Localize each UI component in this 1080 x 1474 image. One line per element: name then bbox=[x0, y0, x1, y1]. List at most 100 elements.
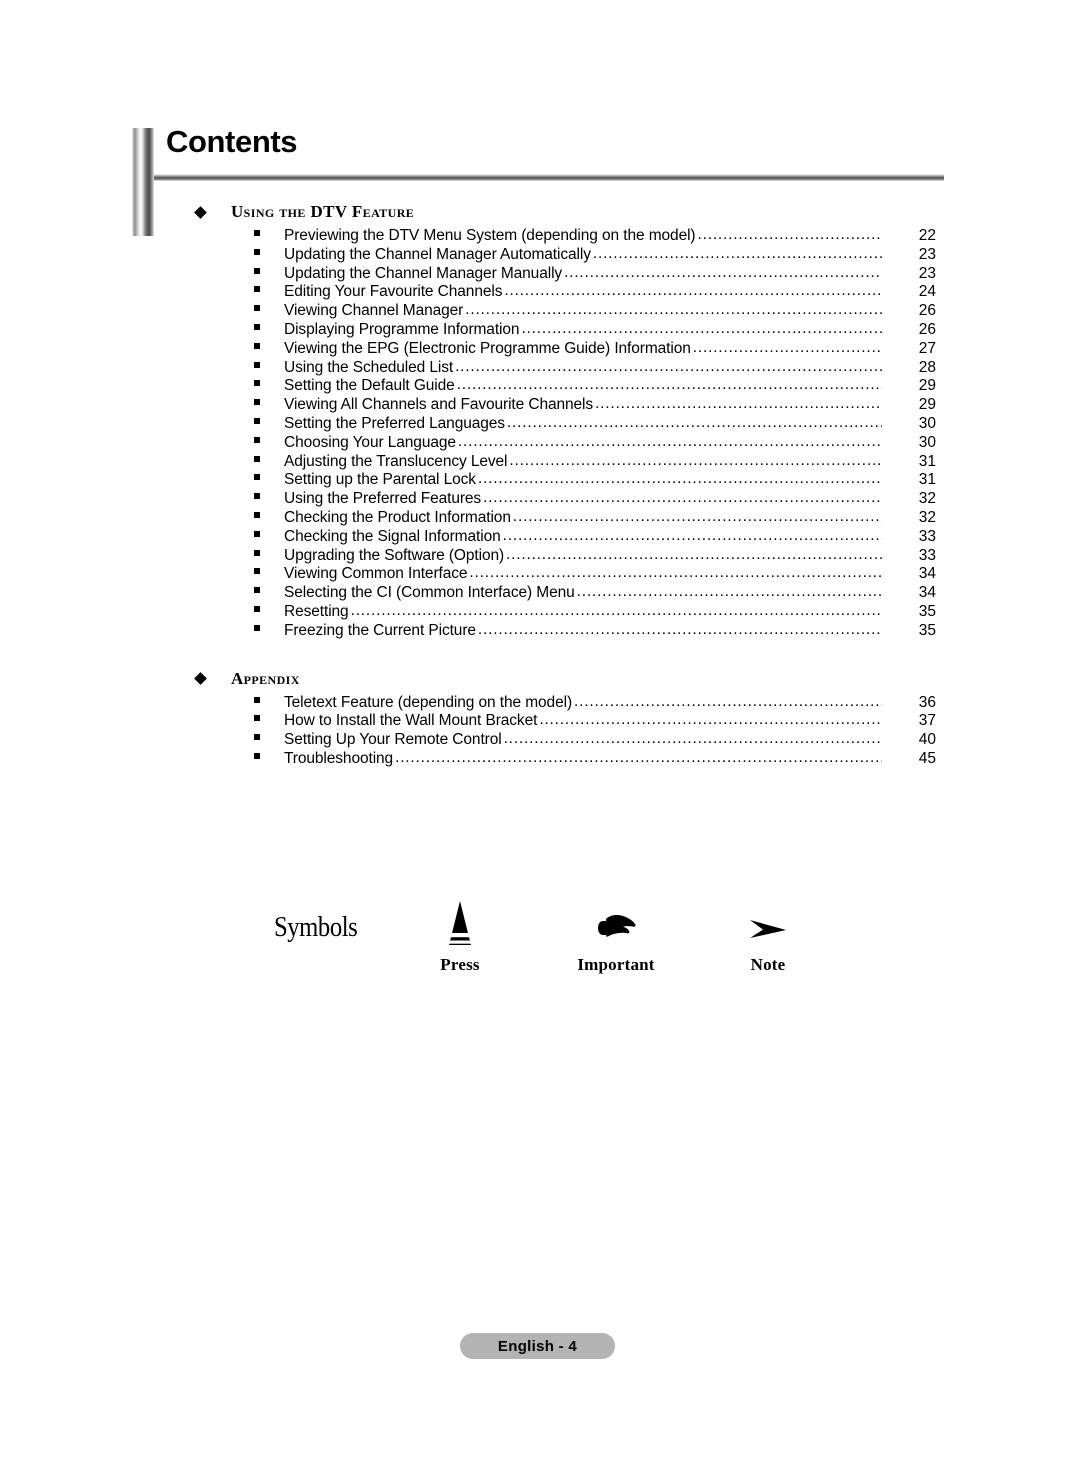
toc-entry[interactable]: Updating the Channel Manager Manually...… bbox=[132, 264, 944, 284]
toc-entry-page-number: 31 bbox=[918, 452, 936, 470]
toc-entry-page-number: 26 bbox=[918, 320, 936, 338]
symbol-note-label: Note bbox=[750, 955, 786, 974]
toc-entry[interactable]: Viewing Common Interface................… bbox=[132, 564, 944, 584]
toc-entry-label: Selecting the CI (Common Interface) Menu bbox=[284, 584, 575, 602]
toc-entry[interactable]: Using the Scheduled List................… bbox=[132, 357, 944, 378]
toc-entry-label: Setting the Default Guide bbox=[284, 377, 455, 395]
toc-entry-page-number: 28 bbox=[918, 358, 936, 376]
toc-entry[interactable]: Setting the Default Guide...............… bbox=[132, 376, 944, 396]
toc-entry-page-number: 45 bbox=[918, 749, 936, 767]
diamond-icon bbox=[194, 205, 207, 219]
toc-entry[interactable]: Upgrading the Software (Option).........… bbox=[132, 545, 944, 566]
square-bullet-icon bbox=[254, 734, 260, 741]
toc-entry-label: Freezing the Current Picture bbox=[284, 621, 476, 639]
header-horizontal-rule bbox=[154, 174, 944, 181]
toc-entry-list: Teletext Feature (depending on the model… bbox=[132, 693, 944, 769]
page-footer-label: English - 4 bbox=[497, 1337, 578, 1355]
toc-entry-label: Viewing All Channels and Favourite Chann… bbox=[284, 396, 594, 414]
toc-entry-page-number: 32 bbox=[918, 490, 936, 508]
toc-entry-label: Choosing Your Language bbox=[284, 433, 456, 451]
dot-leader: ........................................… bbox=[503, 730, 882, 748]
table-of-contents: Using the DTV Feature Previewing the DTV … bbox=[132, 200, 944, 769]
toc-entry[interactable]: Selecting the CI (Common Interface) Menu… bbox=[132, 583, 944, 603]
dot-leader: ........................................… bbox=[483, 489, 882, 507]
toc-entry-label: Viewing Common Interface bbox=[284, 565, 468, 583]
toc-entry-page-number: 35 bbox=[918, 602, 936, 620]
toc-entry-label: Using the Preferred Features bbox=[284, 490, 482, 508]
toc-entry[interactable]: Using the Preferred Features............… bbox=[132, 489, 944, 509]
square-bullet-icon bbox=[254, 624, 260, 631]
toc-entry-label: Viewing Channel Manager bbox=[284, 302, 464, 320]
toc-entry[interactable]: Viewing the EPG (Electronic Programme Gu… bbox=[132, 338, 944, 359]
toc-entry-label: Updating the Channel Manager Manually bbox=[284, 264, 563, 282]
toc-entry-page-number: 33 bbox=[918, 546, 936, 564]
dot-leader: ........................................… bbox=[465, 301, 882, 319]
toc-entry[interactable]: Setting up the Parental Lock............… bbox=[132, 470, 944, 490]
square-bullet-icon bbox=[254, 342, 260, 349]
symbols-heading: Symbols bbox=[274, 911, 358, 943]
square-bullet-icon bbox=[254, 267, 260, 274]
dot-leader: ........................................… bbox=[697, 226, 883, 243]
dot-leader: ........................................… bbox=[395, 748, 882, 766]
toc-entry-list: Previewing the DTV Menu System (dependin… bbox=[132, 226, 944, 641]
toc-entry-label: Checking the Signal Information bbox=[284, 527, 501, 545]
toc-entry-page-number: 24 bbox=[918, 283, 936, 301]
toc-entry-page-number: 36 bbox=[918, 693, 936, 711]
dot-leader: ........................................… bbox=[502, 526, 882, 544]
square-bullet-icon bbox=[254, 568, 260, 575]
dot-leader: ........................................… bbox=[350, 601, 882, 619]
toc-entry[interactable]: Setting the Preferred Languages.........… bbox=[132, 413, 944, 434]
toc-section-header: Appendix bbox=[132, 667, 944, 691]
dot-leader: ........................................… bbox=[692, 338, 882, 356]
toc-entry-page-number: 35 bbox=[918, 621, 936, 639]
toc-entry[interactable]: Teletext Feature (depending on the model… bbox=[132, 693, 944, 713]
press-triangle-icon bbox=[400, 895, 520, 951]
symbol-important-label: Important bbox=[577, 955, 655, 974]
toc-entry[interactable]: How to Install the Wall Mount Bracket...… bbox=[132, 711, 944, 731]
toc-entry-label: Displaying Programme Information bbox=[284, 320, 520, 338]
toc-entry-label: Using the Scheduled List bbox=[284, 358, 454, 376]
toc-entry[interactable]: Previewing the DTV Menu System (dependin… bbox=[132, 226, 944, 246]
toc-entry-label: Resetting bbox=[284, 602, 349, 620]
toc-entry[interactable]: Resetting...............................… bbox=[132, 601, 944, 622]
dot-leader: ........................................… bbox=[504, 282, 882, 300]
square-bullet-icon bbox=[254, 305, 260, 312]
toc-entry[interactable]: Troubleshooting.........................… bbox=[132, 748, 944, 769]
dot-leader: ........................................… bbox=[506, 545, 882, 563]
toc-entry-label: Updating the Channel Manager Automatical… bbox=[284, 245, 591, 263]
toc-entry-page-number: 26 bbox=[918, 302, 936, 320]
dot-leader: ........................................… bbox=[455, 357, 882, 375]
toc-entry[interactable]: Checking the Product Information........… bbox=[132, 507, 944, 528]
symbol-press-label: Press bbox=[440, 955, 480, 974]
dot-leader: ........................................… bbox=[506, 413, 882, 431]
square-bullet-icon bbox=[254, 361, 260, 368]
toc-section-appendix: Appendix Teletext Feature (depending on t… bbox=[132, 667, 944, 769]
toc-entry[interactable]: Viewing Channel Manager.................… bbox=[132, 301, 944, 321]
toc-entry[interactable]: Adjusting the Translucency Level........… bbox=[132, 451, 944, 472]
toc-entry[interactable]: Viewing All Channels and Favourite Chann… bbox=[132, 395, 944, 415]
toc-entry[interactable]: Freezing the Current Picture............… bbox=[132, 621, 944, 641]
toc-entry[interactable]: Displaying Programme Information........… bbox=[132, 320, 944, 340]
square-bullet-icon bbox=[254, 605, 260, 612]
square-bullet-icon bbox=[254, 323, 260, 330]
square-bullet-icon bbox=[254, 248, 260, 255]
toc-entry-label: Upgrading the Software (Option) bbox=[284, 546, 505, 564]
toc-entry[interactable]: Updating the Channel Manager Automatical… bbox=[132, 244, 944, 265]
square-bullet-icon bbox=[254, 696, 260, 703]
symbols-legend: Symbols Press Important Note bbox=[132, 895, 944, 1005]
toc-section-header: Using the DTV Feature bbox=[132, 200, 944, 224]
dot-leader: ........................................… bbox=[512, 507, 882, 525]
toc-entry[interactable]: Choosing Your Language..................… bbox=[132, 433, 944, 453]
toc-entry-page-number: 37 bbox=[918, 712, 936, 730]
toc-entry-label: Setting the Preferred Languages bbox=[284, 414, 505, 432]
dot-leader: ........................................… bbox=[509, 451, 882, 469]
toc-entry-label: Checking the Product Information bbox=[284, 508, 511, 526]
toc-entry[interactable]: Setting Up Your Remote Control..........… bbox=[132, 730, 944, 750]
dot-leader: ........................................… bbox=[539, 711, 882, 729]
square-bullet-icon bbox=[254, 399, 260, 406]
toc-entry[interactable]: Checking the Signal Information.........… bbox=[132, 526, 944, 547]
toc-entry-page-number: 22 bbox=[918, 227, 936, 244]
toc-entry[interactable]: Editing Your Favourite Channels.........… bbox=[132, 282, 944, 302]
dot-leader: ........................................… bbox=[592, 244, 882, 262]
toc-entry-page-number: 31 bbox=[918, 471, 936, 489]
